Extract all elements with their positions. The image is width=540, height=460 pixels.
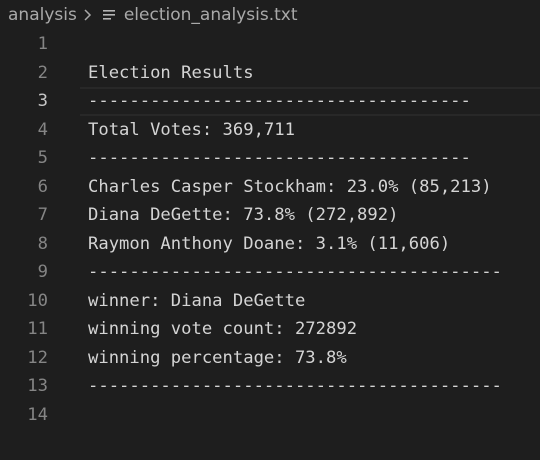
line-text: ------------------------------------- bbox=[88, 148, 471, 168]
code-line[interactable]: 6 Charles Casper Stockham: 23.0% (85,213) bbox=[0, 173, 540, 202]
line-number: 12 bbox=[27, 347, 48, 368]
code-line[interactable]: 4 Total Votes: 369,711 bbox=[0, 116, 540, 145]
code-line[interactable]: 2 Election Results bbox=[0, 59, 540, 88]
line-number: 11 bbox=[27, 319, 48, 339]
line-text: Total Votes: 369,711 bbox=[88, 119, 295, 140]
code-line[interactable]: 13 --------------------------------------… bbox=[0, 372, 540, 401]
line-number: 4 bbox=[37, 119, 48, 140]
code-line[interactable]: 11 winning vote count: 272892 bbox=[0, 315, 540, 344]
line-number: 13 bbox=[27, 376, 48, 396]
line-text: Charles Casper Stockham: 23.0% (85,213) bbox=[88, 176, 492, 197]
text-editor[interactable]: analysis election_analysis.txt 1 2 Electio… bbox=[0, 0, 540, 460]
line-number: 9 bbox=[37, 262, 48, 282]
line-number: 14 bbox=[27, 404, 48, 425]
breadcrumb-file[interactable]: election_analysis.txt bbox=[124, 5, 298, 25]
breadcrumb-folder[interactable]: analysis bbox=[8, 5, 77, 25]
text-file-lines-icon bbox=[102, 8, 116, 22]
line-text: winner: Diana DeGette bbox=[88, 290, 306, 311]
code-line[interactable]: 9 ---------------------------------------… bbox=[0, 258, 540, 287]
line-text: ---------------------------------------- bbox=[88, 262, 502, 282]
code-area[interactable]: 1 2 Election Results 3 ---------------------… bbox=[0, 30, 540, 429]
line-number: 5 bbox=[37, 148, 48, 168]
code-line[interactable]: 10 winner: Diana DeGette bbox=[0, 287, 540, 316]
line-text: Diana DeGette: 73.8% (272,892) bbox=[88, 205, 399, 225]
line-number: 7 bbox=[37, 205, 48, 225]
line-text: winning percentage: 73.8% bbox=[88, 347, 347, 368]
code-line[interactable]: 12 winning percentage: 73.8% bbox=[0, 344, 540, 373]
line-text: ------------------------------------- bbox=[88, 91, 471, 111]
line-number: 10 bbox=[27, 290, 48, 311]
line-number: 1 bbox=[37, 34, 48, 54]
line-number: 8 bbox=[37, 233, 48, 254]
code-line[interactable]: 3 ------------------------------------- bbox=[0, 87, 540, 116]
line-text: ---------------------------------------- bbox=[88, 376, 502, 396]
line-number: 3 bbox=[37, 91, 48, 111]
breadcrumb: analysis election_analysis.txt bbox=[0, 0, 540, 30]
chevron-right-icon bbox=[83, 8, 92, 22]
code-line[interactable]: 14 bbox=[0, 401, 540, 430]
line-number: 6 bbox=[37, 176, 48, 197]
code-line[interactable]: 5 ------------------------------------- bbox=[0, 144, 540, 173]
line-text: Raymon Anthony Doane: 3.1% (11,606) bbox=[88, 233, 451, 254]
line-text: winning vote count: 272892 bbox=[88, 319, 358, 339]
code-line[interactable]: 1 bbox=[0, 30, 540, 59]
code-line[interactable]: 7 Diana DeGette: 73.8% (272,892) bbox=[0, 201, 540, 230]
code-line[interactable]: 8 Raymon Anthony Doane: 3.1% (11,606) bbox=[0, 230, 540, 259]
line-text: Election Results bbox=[88, 62, 254, 83]
line-number: 2 bbox=[37, 62, 48, 83]
